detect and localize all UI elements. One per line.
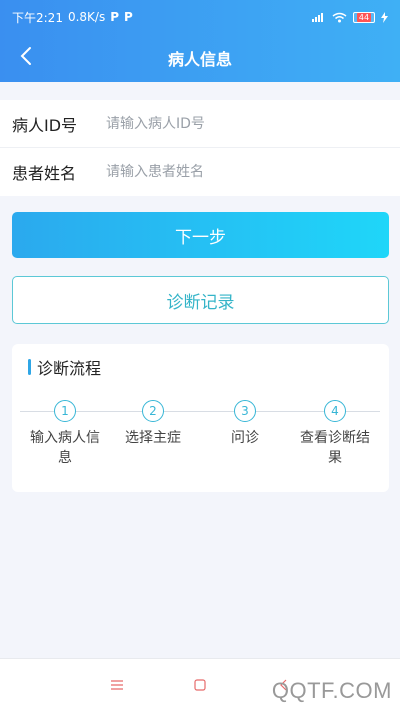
patient-form: 病人ID号 患者姓名 xyxy=(0,100,400,196)
patient-name-input[interactable] xyxy=(106,152,400,192)
back-button[interactable] xyxy=(10,40,42,72)
patient-id-input[interactable] xyxy=(106,103,400,144)
home-button[interactable] xyxy=(187,673,213,697)
next-step-button[interactable]: 下一步 xyxy=(12,212,389,258)
charging-icon xyxy=(381,11,388,23)
title-accent-bar xyxy=(28,359,31,375)
status-time: 下午2:21 xyxy=(12,10,63,25)
step-label: 问诊 xyxy=(231,430,259,446)
page-title: 病人信息 xyxy=(167,50,232,69)
app-header: 下午2:21 0.8K/s P P 44 病人信息 xyxy=(0,0,400,82)
signal-icon xyxy=(312,12,326,22)
step-number-circle: 4 xyxy=(324,400,346,422)
flow-title-text: 诊断流程 xyxy=(37,359,102,378)
home-icon xyxy=(194,679,206,691)
patient-id-label: 病人ID号 xyxy=(12,115,78,135)
step-label: 输入病人信息 xyxy=(30,430,100,466)
nav-bar: 病人信息 xyxy=(0,34,400,82)
flow-step-1: 1 输入病人信息 xyxy=(20,400,110,468)
watermark-text: QQTF.COM xyxy=(271,678,392,703)
flow-title: 诊断流程 xyxy=(28,356,101,378)
patient-name-label: 患者姓名 xyxy=(12,164,77,183)
flow-step-2: 2 选择主症 xyxy=(108,400,198,448)
diagnosis-flow-card: 诊断流程 1 输入病人信息 2 选择主症 3 问诊 4 查看诊断结果 xyxy=(12,344,389,492)
battery-icon: 44 xyxy=(353,11,375,23)
step-number-circle: 2 xyxy=(142,400,164,422)
patient-id-row: 病人ID号 xyxy=(0,100,400,148)
status-bar: 下午2:21 0.8K/s P P 44 xyxy=(0,0,400,34)
flow-step-3: 3 问诊 xyxy=(200,400,290,448)
diagnosis-record-button[interactable]: 诊断记录 xyxy=(12,276,389,324)
step-number-circle: 1 xyxy=(54,400,76,422)
menu-icon xyxy=(111,680,123,690)
battery-level: 44 xyxy=(356,12,372,22)
chevron-left-icon xyxy=(20,47,31,65)
status-speed: 0.8K/s xyxy=(67,10,106,24)
menu-button[interactable] xyxy=(104,673,130,697)
step-label: 选择主症 xyxy=(125,430,181,446)
step-number-circle: 3 xyxy=(234,400,256,422)
parking-app-icon-2: P xyxy=(124,10,133,24)
flow-step-4: 4 查看诊断结果 xyxy=(290,400,380,468)
step-label: 查看诊断结果 xyxy=(300,430,370,466)
patient-name-row: 患者姓名 xyxy=(0,148,400,196)
parking-app-icon: P xyxy=(110,10,119,24)
wifi-icon xyxy=(332,12,347,22)
